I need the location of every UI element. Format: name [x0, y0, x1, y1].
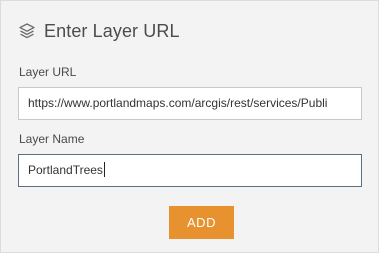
add-button-label: ADD — [187, 215, 216, 230]
layer-url-value: https://www.portlandmaps.com/arcgis/rest… — [28, 96, 328, 110]
layer-name-label: Layer Name — [19, 132, 85, 146]
layers-icon — [18, 22, 36, 40]
layer-name-input[interactable]: PortlandTrees — [18, 154, 362, 187]
text-cursor — [103, 162, 105, 178]
layer-url-input[interactable]: https://www.portlandmaps.com/arcgis/rest… — [18, 87, 362, 120]
layer-url-label: Layer URL — [19, 65, 77, 79]
dialog-header: Enter Layer URL — [18, 19, 180, 43]
add-layer-panel: Enter Layer URL Layer URL https://www.po… — [0, 0, 379, 253]
dialog-title: Enter Layer URL — [44, 20, 180, 41]
add-button[interactable]: ADD — [169, 206, 234, 239]
layer-name-value: PortlandTrees — [28, 163, 103, 177]
